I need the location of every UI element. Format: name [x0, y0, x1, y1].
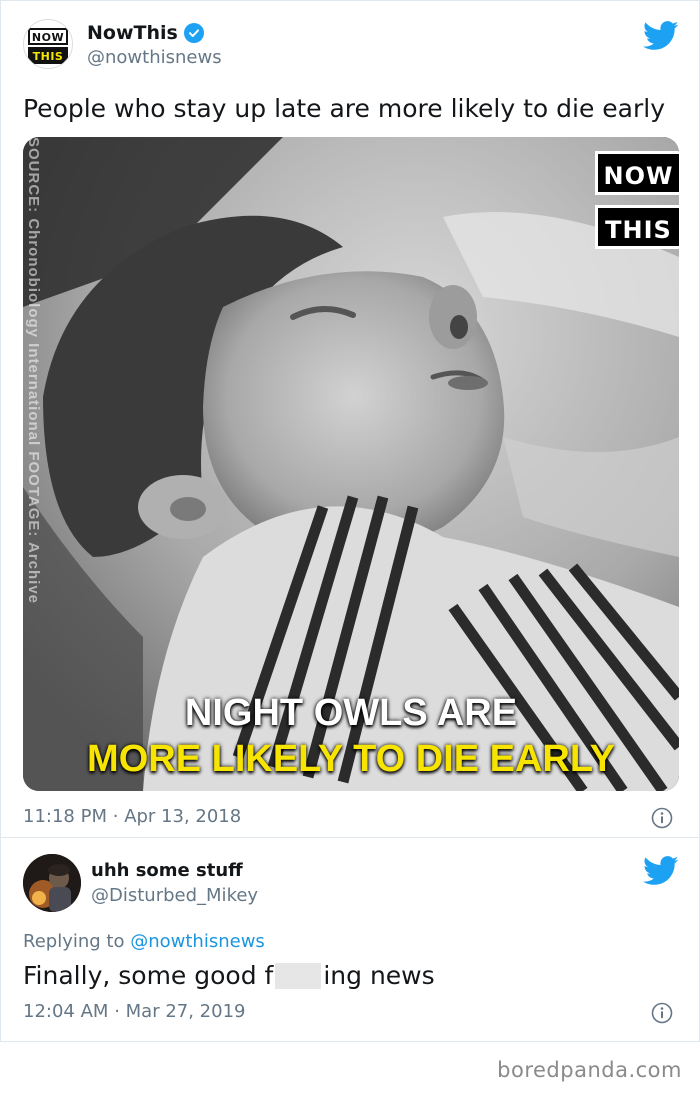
tweet-text: People who stay up late are more likely … [23, 94, 666, 123]
author-name-text: NowThis [87, 22, 178, 44]
tweet-timestamp[interactable]: 11:18 PM · Apr 13, 2018 [23, 805, 241, 829]
watermark: boredpanda.com [497, 1058, 682, 1082]
reply-timestamp[interactable]: 12:04 AM · Mar 27, 2019 [23, 1000, 246, 1024]
twitter-bird-icon[interactable] [643, 21, 679, 51]
avatar[interactable]: NOW THIS [23, 19, 73, 69]
avatar-logo-bottom: THIS [28, 47, 68, 64]
video-caption-line1: NIGHT OWLS ARE [184, 692, 518, 734]
tweet-date: Apr 13, 2018 [124, 806, 242, 827]
author-handle[interactable]: @nowthisnews [87, 46, 222, 70]
reply-author-display-name[interactable]: uhh some stuff [91, 859, 258, 883]
reply-text-part2: ing news [323, 961, 435, 990]
tweet-time: 11:18 PM [23, 806, 107, 827]
author-display-name[interactable]: NowThis [87, 21, 222, 45]
tweet-card-main: NOW THIS NowThis @nowthisnews People who… [0, 0, 700, 838]
reply-tweet-text: Finally, some good f ing news [23, 960, 435, 992]
meta-separator: · [112, 806, 119, 827]
avatar-logo-top: NOW [28, 28, 68, 45]
nowthis-logo-now: NOW [595, 151, 679, 195]
twitter-bird-icon[interactable] [643, 856, 679, 886]
video-caption-line2: MORE LIKELY TO DIE EARLY [87, 738, 615, 780]
nowthis-logo-this: THIS [595, 205, 679, 249]
meta-separator: · [114, 1001, 120, 1022]
avatar[interactable] [23, 854, 81, 912]
censor-block [275, 963, 322, 989]
tweet-header: NOW THIS NowThis @nowthisnews [23, 19, 222, 75]
author-block: NowThis @nowthisnews [87, 21, 222, 70]
tweet-media-image[interactable]: SOURCE: Chronobiology International FOOT… [23, 137, 679, 791]
reply-header: uhh some stuff @Disturbed_Mikey [23, 854, 258, 912]
replying-prefix: Replying to [23, 931, 125, 952]
replying-to: Replying to @nowthisnews [23, 930, 265, 954]
reply-author-handle[interactable]: @Disturbed_Mikey [91, 884, 258, 908]
reply-author-block: uhh some stuff @Disturbed_Mikey [91, 859, 258, 908]
info-icon[interactable] [651, 807, 673, 829]
tweet-card-reply: uhh some stuff @Disturbed_Mikey Replying… [0, 838, 700, 1042]
verified-badge-icon [183, 23, 204, 43]
reply-time: 12:04 AM [23, 1001, 109, 1022]
info-icon[interactable] [651, 1002, 673, 1024]
reply-text-part1: Finally, some good f [23, 961, 274, 990]
replying-mention-link[interactable]: @nowthisnews [130, 931, 265, 952]
reply-date: Mar 27, 2019 [125, 1001, 246, 1022]
